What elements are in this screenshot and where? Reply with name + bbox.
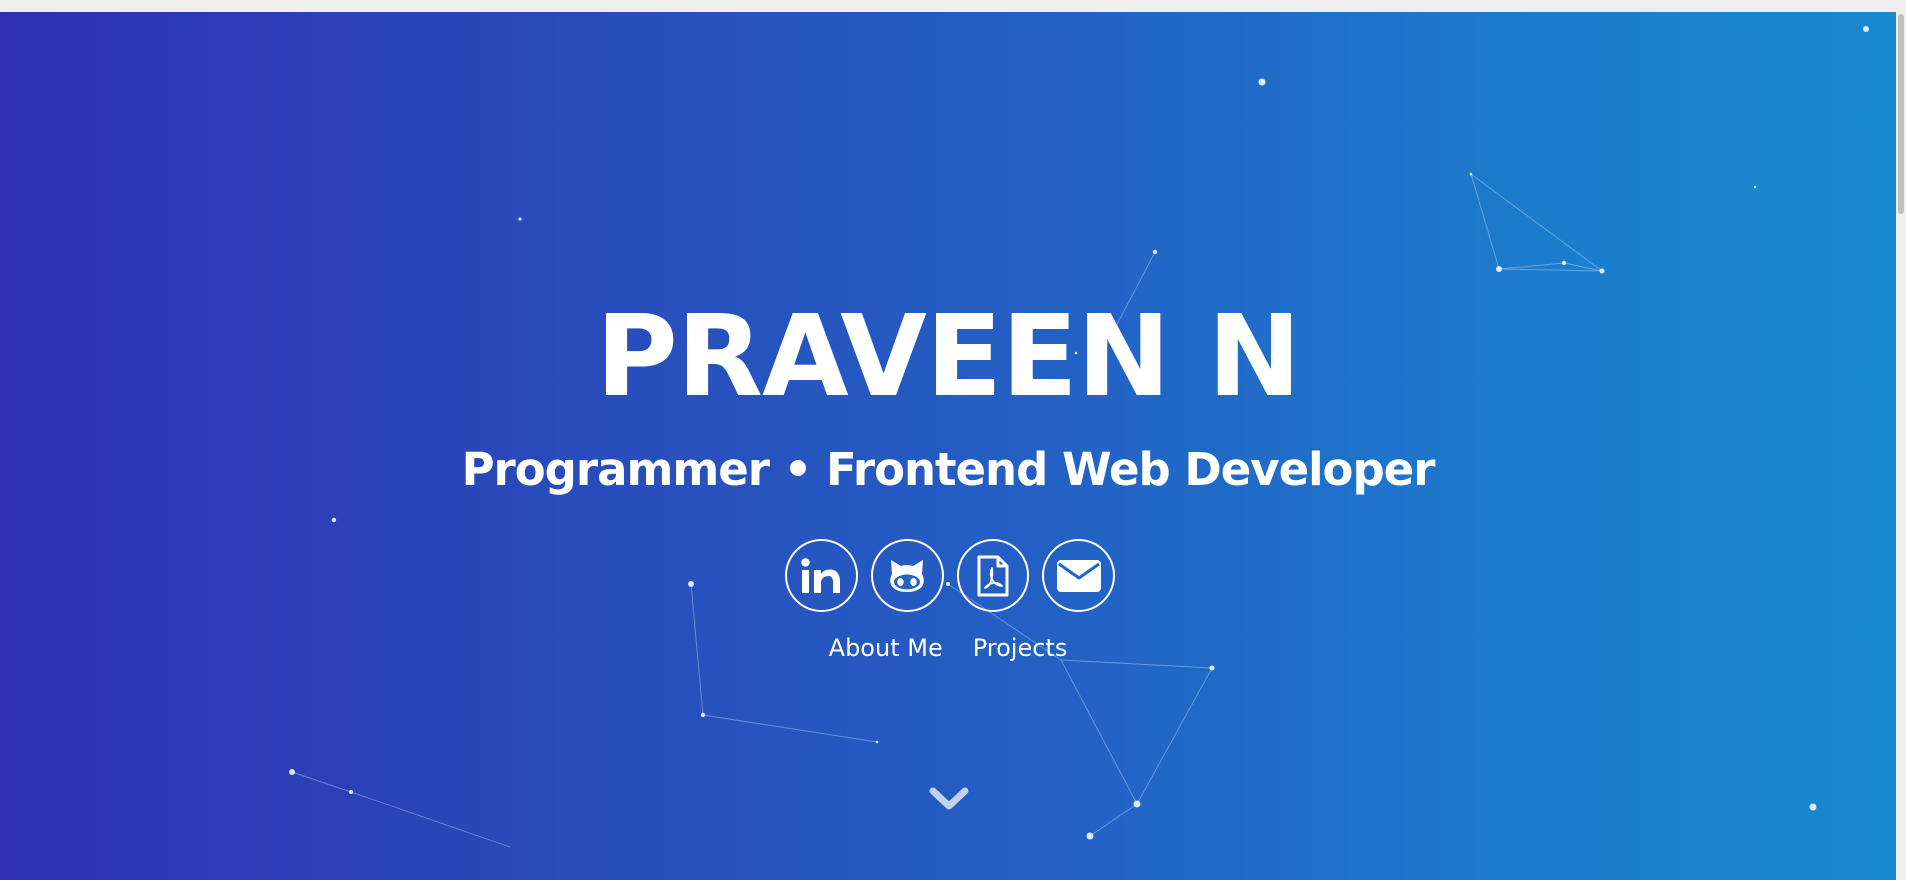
social-links: [785, 539, 1115, 613]
linkedin-button[interactable]: [785, 539, 858, 612]
github-icon: [890, 559, 924, 592]
hero-tagline: Programmer • Frontend Web Developer: [461, 443, 1436, 496]
hero-name: PRAVEEN N: [595, 292, 1302, 422]
email-button[interactable]: [1042, 539, 1115, 612]
linkedin-icon: [801, 557, 841, 593]
github-button[interactable]: [870, 539, 944, 612]
projects-link[interactable]: Projects: [973, 634, 1068, 662]
scrollbar-thumb[interactable]: [1898, 14, 1904, 214]
envelope-icon: [1056, 559, 1101, 592]
hero-nav-links: About Me Projects: [0, 634, 1896, 662]
resume-button[interactable]: [956, 539, 1030, 612]
browser-top-strip: [0, 0, 1906, 12]
scroll-down-button[interactable]: [929, 785, 969, 813]
chevron-down-icon: [929, 787, 969, 810]
pdf-file-icon: [977, 555, 1009, 596]
about-me-link[interactable]: About Me: [829, 634, 943, 662]
